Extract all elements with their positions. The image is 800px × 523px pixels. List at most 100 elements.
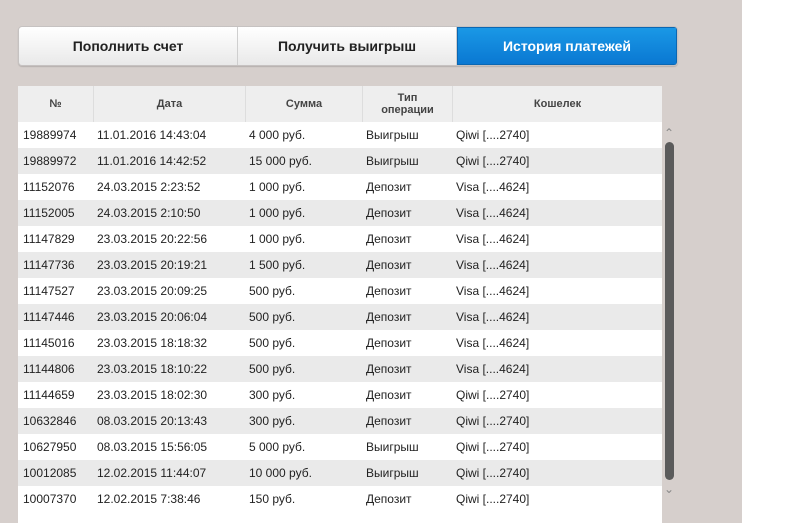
cell-operation-type: Выигрыш (366, 128, 419, 142)
table-row: 19889974 11.01.2016 14:43:04 4 000 руб. Выи… (18, 122, 662, 148)
tab-bar: Пополнить счет Получить выигрыш История … (18, 26, 678, 66)
cell-date: 23.03.2015 18:10:22 (97, 362, 208, 376)
cell-operation-type: Депозит (366, 388, 412, 402)
cell-operation-type: Депозит (366, 414, 412, 428)
cell-operation-type: Депозит (366, 336, 412, 350)
cell-wallet: Visa [....4624] (456, 310, 530, 324)
cell-wallet: Visa [....4624] (456, 180, 530, 194)
cell-amount: 500 руб. (249, 284, 296, 298)
table-row: 11152076 24.03.2015 2:23:52 1 000 руб. Депо… (18, 174, 662, 200)
cell-date: 23.03.2015 20:09:25 (97, 284, 208, 298)
table-row: 10632846 08.03.2015 20:13:43 300 руб. Депоз… (18, 408, 662, 434)
cell-number: 19889974 (23, 128, 77, 142)
cell-number: 11147527 (23, 284, 75, 298)
cell-amount: 4 000 руб. (249, 128, 306, 142)
cell-operation-type: Депозит (366, 206, 412, 220)
cell-amount: 500 руб. (249, 336, 296, 350)
table-row: 11152005 24.03.2015 2:10:50 1 000 руб. Депо… (18, 200, 662, 226)
cell-wallet: Qiwi [....2740] (456, 154, 530, 168)
cell-number: 19889972 (23, 154, 77, 168)
cell-number: 10632846 (23, 414, 77, 428)
table-header: № Дата Сумма Тип операции Кошелек (18, 86, 662, 122)
cell-amount: 300 руб. (249, 388, 296, 402)
cell-operation-type: Депозит (366, 258, 412, 272)
cell-date: 23.03.2015 18:02:30 (97, 388, 208, 402)
cell-operation-type: Депозит (366, 232, 412, 246)
cell-wallet: Visa [....4624] (456, 258, 530, 272)
table-row: 10627950 08.03.2015 15:56:05 5 000 руб. Выи… (18, 434, 662, 460)
tab-withdraw[interactable]: Получить выигрыш (238, 27, 457, 65)
cell-amount: 1 000 руб. (249, 232, 306, 246)
chevron-down-icon[interactable]: ⌄ (664, 483, 674, 495)
payments-table: № Дата Сумма Тип операции Кошелек 198899… (18, 86, 662, 523)
cell-number: 11147829 (23, 232, 75, 246)
cell-date: 23.03.2015 20:22:56 (97, 232, 208, 246)
cell-wallet: Visa [....4624] (456, 336, 530, 350)
cell-wallet: Visa [....4624] (456, 362, 530, 376)
cell-number: 10627950 (23, 440, 77, 454)
cell-date: 24.03.2015 2:23:52 (97, 180, 201, 194)
cell-number: 11147736 (23, 258, 75, 272)
payments-panel: Пополнить счет Получить выигрыш История … (0, 0, 742, 523)
column-header-wallet: Кошелек (533, 98, 582, 110)
cell-date: 08.03.2015 20:13:43 (97, 414, 208, 428)
tab-payment-history[interactable]: История платежей (457, 27, 677, 65)
table-row: 11144659 23.03.2015 18:02:30 300 руб. Депоз… (18, 382, 662, 408)
cell-amount: 150 руб. (249, 492, 296, 506)
cell-amount: 1 000 руб. (249, 180, 306, 194)
table-row: 11145016 23.03.2015 18:18:32 500 руб. Депоз… (18, 330, 662, 356)
chevron-up-icon[interactable]: ⌃ (664, 127, 674, 139)
cell-date: 23.03.2015 18:18:32 (97, 336, 208, 350)
cell-wallet: Qiwi [....2740] (456, 466, 530, 480)
cell-amount: 5 000 руб. (249, 440, 306, 454)
cell-number: 11145016 (23, 336, 75, 350)
table-body: 19889974 11.01.2016 14:43:04 4 000 руб. Выи… (18, 122, 662, 512)
table-row: 19889972 11.01.2016 14:42:52 15 000 руб. Вы… (18, 148, 662, 174)
cell-number: 11152076 (23, 180, 75, 194)
column-header-operation-type: Тип операции (363, 86, 453, 122)
cell-date: 11.01.2016 14:42:52 (97, 154, 207, 168)
tab-deposit[interactable]: Пополнить счет (19, 27, 238, 65)
cell-operation-type: Депозит (366, 362, 412, 376)
cell-amount: 1 000 руб. (249, 206, 306, 220)
cell-wallet: Visa [....4624] (456, 232, 530, 246)
cell-date: 23.03.2015 20:19:21 (97, 258, 208, 272)
cell-amount: 500 руб. (249, 362, 296, 376)
cell-date: 12.02.2015 7:38:46 (97, 492, 201, 506)
cell-number: 11147446 (23, 310, 75, 324)
table-row: 11147527 23.03.2015 20:09:25 500 руб. Депоз… (18, 278, 662, 304)
cell-wallet: Visa [....4624] (456, 284, 530, 298)
table-row: 11147446 23.03.2015 20:06:04 500 руб. Депоз… (18, 304, 662, 330)
cell-operation-type: Депозит (366, 284, 412, 298)
cell-amount: 10 000 руб. (249, 466, 312, 480)
cell-amount: 500 руб. (249, 310, 296, 324)
column-header-date: Дата (94, 86, 246, 122)
cell-number: 10007370 (23, 492, 77, 506)
cell-operation-type: Выигрыш (366, 466, 419, 480)
table-row: 10007370 12.02.2015 7:38:46 150 руб. Депози… (18, 486, 662, 512)
cell-operation-type: Депозит (366, 180, 412, 194)
cell-operation-type: Выигрыш (366, 154, 419, 168)
cell-number: 11144806 (23, 362, 75, 376)
cell-date: 08.03.2015 15:56:05 (97, 440, 208, 454)
cell-date: 24.03.2015 2:10:50 (97, 206, 201, 220)
cell-number: 11144659 (23, 388, 75, 402)
cell-wallet: Visa [....4624] (456, 206, 530, 220)
cell-date: 23.03.2015 20:06:04 (97, 310, 208, 324)
column-header-number: № (18, 86, 94, 122)
column-header-amount: Сумма (246, 86, 363, 122)
cell-number: 11152005 (23, 206, 75, 220)
cell-amount: 300 руб. (249, 414, 296, 428)
cell-wallet: Qiwi [....2740] (456, 440, 530, 454)
table-row: 10012085 12.02.2015 11:44:07 10 000 руб. Вы… (18, 460, 662, 486)
cell-wallet: Qiwi [....2740] (456, 128, 530, 142)
cell-operation-type: Депозит (366, 492, 412, 506)
cell-number: 10012085 (23, 466, 77, 480)
cell-wallet: Qiwi [....2740] (456, 414, 530, 428)
cell-operation-type: Депозит (366, 310, 412, 324)
table-row: 11144806 23.03.2015 18:10:22 500 руб. Депоз… (18, 356, 662, 382)
table-scrollbar[interactable]: ⌃ ⌄ (662, 122, 676, 500)
cell-amount: 15 000 руб. (249, 154, 312, 168)
scrollbar-thumb[interactable] (665, 142, 674, 480)
table-row: 11147829 23.03.2015 20:22:56 1 000 руб. Деп… (18, 226, 662, 252)
